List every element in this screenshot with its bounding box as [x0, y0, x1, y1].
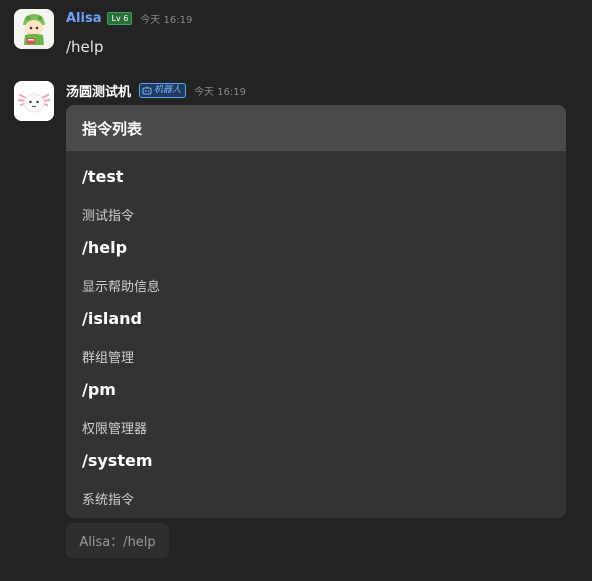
bot-badge-label: 机器人 [154, 84, 182, 95]
command-name: /island [82, 309, 142, 328]
command-description: 系统指令 [82, 493, 135, 508]
green-dinosaur-avatar-icon [14, 9, 54, 49]
command-name: /pm [82, 380, 116, 399]
bot-avatar[interactable] [14, 81, 54, 121]
card-title: 指令列表 [66, 105, 566, 151]
command-list: /test 测试指令 /help 显示帮助信息 /island 群组管理 /pm… [66, 151, 566, 508]
message-meta: Alisa Lv 6 今天 16:19 [66, 9, 192, 27]
command-item: /system 系统指令 [82, 435, 550, 508]
command-name: /help [82, 238, 128, 257]
timestamp: 今天 16:19 [140, 14, 193, 26]
command-name: /system [82, 451, 153, 470]
alisa-avatar[interactable] [14, 9, 54, 49]
level-badge: Lv 6 [107, 11, 133, 25]
message-text: /help [66, 38, 104, 56]
reply-quote[interactable]: Alisa：/help [66, 523, 169, 558]
bot-badge: 机器人 [139, 82, 187, 98]
command-item: /help 显示帮助信息 [82, 222, 550, 295]
command-item: /island 群组管理 [82, 293, 550, 366]
white-axolotl-avatar-icon [14, 81, 54, 121]
robot-icon [142, 86, 152, 94]
message-meta: 汤圆测试机 机器人 今天 16:19 [66, 81, 247, 100]
timestamp: 今天 16:19 [194, 86, 247, 98]
username[interactable]: 汤圆测试机 [66, 81, 131, 100]
command-name: /test [82, 167, 124, 186]
command-list-card: 指令列表 /test 测试指令 /help 显示帮助信息 /island 群组管… [66, 105, 566, 518]
username[interactable]: Alisa [66, 11, 101, 26]
command-item: /pm 权限管理器 [82, 364, 550, 437]
command-item: /test 测试指令 [82, 151, 550, 224]
